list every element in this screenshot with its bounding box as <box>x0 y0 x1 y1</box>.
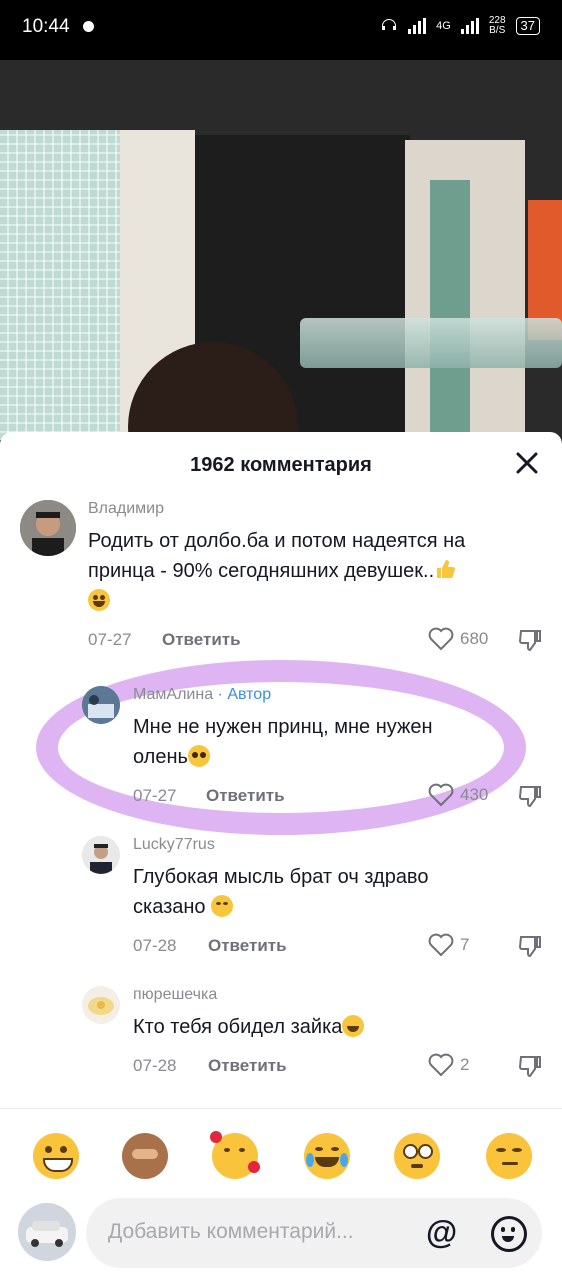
chat-bubble-icon <box>83 21 94 32</box>
emoji-quick-bar <box>0 1108 562 1199</box>
speed-unit: B/S <box>489 24 506 36</box>
comment-text-span: сказано <box>133 896 206 918</box>
network-speed: 228 B/S <box>488 14 506 36</box>
thumbs-up-emoji <box>434 558 456 580</box>
dislike-icon[interactable] <box>518 934 542 958</box>
like-button[interactable]: 7 <box>428 933 469 957</box>
smirk-emoji <box>211 895 234 917</box>
dislike-icon[interactable] <box>518 784 542 808</box>
heart-icon <box>428 627 454 651</box>
speed-value: 228 <box>488 14 506 26</box>
comment-date: 07-27 <box>133 786 177 805</box>
comment-text: Родить от долбо.ба и потом надеятся на п… <box>88 526 548 616</box>
comment-date: 07-27 <box>88 630 132 649</box>
smirk-emoji-button[interactable] <box>486 1133 532 1179</box>
mention-icon[interactable]: @ <box>426 1214 457 1251</box>
close-icon[interactable] <box>514 450 540 476</box>
pleading-face-emoji <box>187 745 210 767</box>
like-button[interactable]: 2 <box>428 1053 469 1077</box>
comment-text-line <box>88 586 548 616</box>
comment-text: Мне не нужен принц, мне нужен олень <box>133 712 533 772</box>
like-button[interactable]: 680 <box>428 627 488 651</box>
comment-date: 07-28 <box>133 1056 177 1075</box>
my-avatar[interactable] <box>18 1203 76 1261</box>
comment-username[interactable]: Lucky77rus <box>133 836 215 854</box>
monkey-emoji-button[interactable] <box>122 1133 168 1179</box>
heart-icon <box>428 1053 454 1077</box>
comment-input[interactable]: Добавить комментарий... @ <box>86 1198 542 1268</box>
signal-icon-2 <box>460 17 479 34</box>
flushed-emoji-button[interactable] <box>394 1133 440 1179</box>
comment-text-span: олень <box>133 746 188 768</box>
comment-date: 07-28 <box>133 936 177 955</box>
tears-of-joy-emoji-button[interactable] <box>304 1133 350 1179</box>
headphones-icon <box>380 15 398 36</box>
towel <box>430 180 470 440</box>
wall-tiles <box>0 130 130 440</box>
avatar[interactable] <box>20 500 76 556</box>
hearts-face-emoji-button[interactable] <box>210 1131 260 1179</box>
comment-text-span: принца - 90% сегодняшних девушек.. <box>88 560 435 582</box>
glass-shelf <box>300 318 562 368</box>
reply-button[interactable]: Ответить <box>206 786 285 806</box>
grinning-emoji-button[interactable] <box>33 1133 79 1179</box>
avatar[interactable] <box>82 836 120 874</box>
comment-text: Кто тебя обидел зайка <box>133 1012 533 1042</box>
reply-button[interactable]: Ответить <box>208 1056 287 1076</box>
like-count: 7 <box>460 935 470 954</box>
comment-text-line: Родить от долбо.ба и потом надеятся на <box>88 530 466 552</box>
like-button[interactable]: 430 <box>428 783 488 807</box>
status-time: 10:44 <box>22 16 70 37</box>
status-icons: 4G 228 B/S 37 <box>380 15 540 36</box>
like-count: 430 <box>460 785 489 804</box>
comment-username[interactable]: пюрешечка <box>133 986 217 1004</box>
status-bar: 10:44 4G 228 B/S 37 <box>0 0 562 60</box>
comment-text: Глубокая мысль брат оч здраво сказано <box>133 862 533 922</box>
comment-text-line: Кто тебя обидел зайка <box>133 1012 533 1042</box>
comment-username[interactable]: Владимир <box>88 500 164 518</box>
heart-icon <box>428 783 454 807</box>
comment-text-span: Кто тебя обидел зайка <box>133 1016 343 1038</box>
heart-icon <box>428 933 454 957</box>
comment-text-line: Глубокая мысль брат оч здраво <box>133 866 429 888</box>
tears-of-joy-emoji <box>342 1015 365 1037</box>
comment-text-line: принца - 90% сегодняшних девушек.. <box>88 556 548 586</box>
rofl-emoji <box>88 589 110 611</box>
reply-button[interactable]: Ответить <box>208 936 287 956</box>
battery-icon: 37 <box>515 16 540 35</box>
dislike-icon[interactable] <box>518 628 542 652</box>
comments-count-title: 1962 комментария <box>190 454 372 476</box>
avatar[interactable] <box>82 686 120 724</box>
comment-text-line: сказано <box>133 892 533 922</box>
video-background[interactable] <box>0 60 562 440</box>
signal-icon <box>408 17 427 34</box>
reply-button[interactable]: Ответить <box>162 630 241 650</box>
comment-username[interactable]: МамАлина · Автор <box>133 686 271 704</box>
dislike-icon[interactable] <box>518 1054 542 1078</box>
comment-text-line: олень <box>133 742 533 772</box>
username-text: МамАлина <box>133 686 214 703</box>
network-type: 4G <box>436 19 451 32</box>
author-badge: · Автор <box>217 686 272 703</box>
emoji-picker-icon[interactable] <box>491 1216 527 1252</box>
like-count: 2 <box>460 1055 470 1074</box>
comment-input-placeholder: Добавить комментарий... <box>108 1220 354 1243</box>
comment-text-line: Мне не нужен принц, мне нужен <box>133 716 433 738</box>
like-count: 680 <box>460 629 489 648</box>
avatar[interactable] <box>82 986 120 1024</box>
